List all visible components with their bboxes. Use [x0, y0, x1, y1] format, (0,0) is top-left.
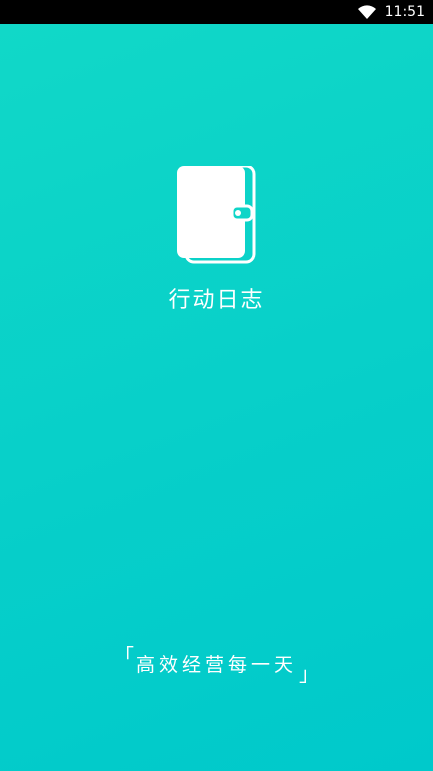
splash-screen: 行动日志 「 高效经营每一天 」 — [0, 24, 433, 771]
wifi-icon — [357, 4, 377, 20]
notebook-icon — [172, 164, 262, 266]
slogan-close-bracket: 」 — [299, 662, 319, 686]
app-name: 行动日志 — [168, 288, 265, 313]
status-time: 11:51 — [384, 4, 425, 20]
status-bar: 11:51 — [0, 0, 433, 24]
slogan: 「 高效经营每一天 」 — [0, 644, 433, 686]
slogan-text: 高效经营每一天 — [135, 654, 297, 676]
slogan-open-bracket: 「 — [113, 644, 134, 668]
